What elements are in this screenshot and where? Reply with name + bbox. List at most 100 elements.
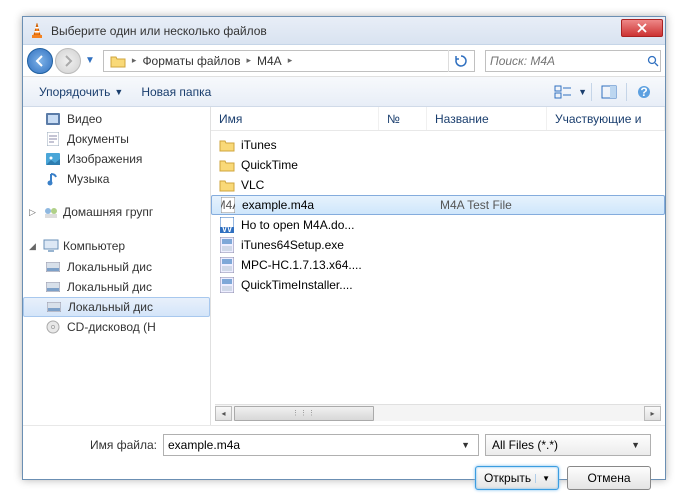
breadcrumb[interactable]: ▸ Форматы файлов ▸ M4A ▸	[103, 50, 475, 72]
back-button[interactable]	[27, 48, 53, 74]
refresh-button[interactable]	[448, 50, 472, 72]
navbar: ▼ ▸ Форматы файлов ▸ M4A ▸	[23, 45, 665, 77]
horizontal-scrollbar[interactable]: ◂ ⋮⋮⋮ ▸	[215, 404, 661, 421]
folder-icon	[219, 157, 235, 173]
help-button[interactable]: ?	[631, 81, 657, 103]
file-row[interactable]: MPC-HC.1.7.13.x64....	[211, 255, 665, 275]
chevron-down-icon: ▼	[114, 87, 123, 97]
column-participants[interactable]: Участвующие и	[547, 107, 665, 130]
file-row[interactable]: W Ho to open M4A.do...	[211, 215, 665, 235]
exe-icon	[219, 257, 235, 273]
sidebar-computer[interactable]: ◢ Компьютер	[23, 235, 210, 257]
preview-pane-button[interactable]	[596, 81, 622, 103]
titlebar: Выберите один или несколько файлов	[23, 17, 665, 45]
titlebar-text: Выберите один или несколько файлов	[51, 24, 621, 38]
file-row[interactable]: QuickTimeInstaller....	[211, 275, 665, 295]
file-open-dialog: Выберите один или несколько файлов ▼ ▸ Ф…	[22, 16, 666, 480]
caret-icon: ◢	[29, 241, 39, 252]
content-area: Видео Документы Изображения Музыка ▷ Дом…	[23, 107, 665, 425]
chevron-right-icon[interactable]: ▸	[286, 55, 295, 66]
folder-icon	[219, 137, 235, 153]
chevron-down-icon[interactable]: ▼	[578, 87, 587, 97]
toolbar: Упорядочить ▼ Новая папка ▼ ?	[23, 77, 665, 107]
file-row[interactable]: iTunes64Setup.exe	[211, 235, 665, 255]
exe-icon	[219, 237, 235, 253]
chevron-down-icon[interactable]: ▼	[457, 440, 474, 450]
bottom-panel: Имя файла: ▼ All Files (*.*) ▼ Открыть ▼…	[23, 425, 665, 498]
sidebar-drive[interactable]: Локальный дис	[23, 277, 210, 297]
new-folder-button[interactable]: Новая папка	[133, 82, 219, 102]
drive-icon	[46, 300, 62, 314]
chevron-down-icon: ▼	[535, 474, 550, 483]
folder-icon	[219, 177, 235, 193]
file-name: iTunes64Setup.exe	[241, 238, 391, 252]
filename-input[interactable]	[168, 438, 457, 452]
file-name: QuickTimeInstaller....	[241, 278, 391, 292]
sidebar-item-documents[interactable]: Документы	[23, 129, 210, 149]
chevron-down-icon: ▼	[627, 440, 644, 450]
file-name: QuickTime	[241, 158, 391, 172]
file-row[interactable]: VLC	[211, 175, 665, 195]
files-container[interactable]: iTunes QuickTime VLC M4A example.m4a M4A Test…	[211, 131, 665, 404]
file-name: VLC	[241, 178, 391, 192]
cancel-button[interactable]: Отмена	[567, 466, 651, 490]
scroll-thumb[interactable]: ⋮⋮⋮	[234, 406, 374, 421]
filetype-filter[interactable]: All Files (*.*) ▼	[485, 434, 651, 456]
chevron-right-icon[interactable]: ▸	[130, 55, 139, 66]
scroll-left-button[interactable]: ◂	[215, 406, 232, 421]
filename-label: Имя файла:	[37, 438, 157, 452]
filename-combo[interactable]: ▼	[163, 434, 479, 456]
folder-icon	[110, 54, 126, 68]
svg-text:?: ?	[640, 85, 647, 99]
chevron-right-icon[interactable]: ▸	[244, 55, 253, 66]
file-list: Имя № Название Участвующие и iTunes Quick…	[211, 107, 665, 425]
picture-icon	[45, 152, 61, 166]
drive-icon	[45, 260, 61, 274]
document-icon	[45, 132, 61, 146]
search-box[interactable]	[485, 50, 661, 72]
file-name: example.m4a	[242, 198, 392, 212]
search-icon	[647, 55, 659, 67]
sidebar-drive[interactable]: Локальный дис	[23, 297, 210, 317]
nav-history-chevron[interactable]: ▼	[83, 55, 97, 66]
svg-text:W: W	[221, 221, 233, 233]
sidebar-drive[interactable]: Локальный дис	[23, 257, 210, 277]
sidebar-homegroup[interactable]: ▷ Домашняя групг	[23, 201, 210, 223]
file-title: M4A Test File	[440, 198, 512, 212]
file-row[interactable]: M4A example.m4a M4A Test File	[211, 195, 665, 215]
file-name: iTunes	[241, 138, 391, 152]
sidebar-cd-drive[interactable]: CD-дисковод (Н	[23, 317, 210, 337]
search-input[interactable]	[490, 54, 647, 68]
video-icon	[45, 112, 61, 126]
sidebar-item-pictures[interactable]: Изображения	[23, 149, 210, 169]
doc-icon: W	[219, 217, 235, 233]
open-button[interactable]: Открыть ▼	[475, 466, 559, 490]
column-name[interactable]: Имя	[211, 107, 379, 130]
m4a-icon: M4A	[220, 197, 236, 213]
vlc-icon	[29, 23, 45, 39]
file-row[interactable]: iTunes	[211, 135, 665, 155]
cd-icon	[45, 320, 61, 334]
file-row[interactable]: QuickTime	[211, 155, 665, 175]
music-icon	[45, 172, 61, 186]
forward-button[interactable]	[55, 48, 81, 74]
column-headers: Имя № Название Участвующие и	[211, 107, 665, 131]
breadcrumb-seg1[interactable]: Форматы файлов	[138, 51, 244, 71]
computer-icon	[43, 239, 59, 253]
file-name: MPC-HC.1.7.13.x64....	[241, 258, 391, 272]
view-options-button[interactable]	[550, 81, 576, 103]
scroll-right-button[interactable]: ▸	[644, 406, 661, 421]
organize-button[interactable]: Упорядочить ▼	[31, 82, 131, 102]
drive-icon	[45, 280, 61, 294]
column-num[interactable]: №	[379, 107, 427, 130]
caret-icon: ▷	[29, 207, 39, 218]
close-button[interactable]	[621, 19, 663, 37]
homegroup-icon	[43, 205, 59, 219]
svg-text:M4A: M4A	[221, 198, 235, 212]
sidebar: Видео Документы Изображения Музыка ▷ Дом…	[23, 107, 211, 425]
sidebar-item-videos[interactable]: Видео	[23, 109, 210, 129]
column-title[interactable]: Название	[427, 107, 547, 130]
file-name: Ho to open M4A.do...	[241, 218, 391, 232]
breadcrumb-seg2[interactable]: M4A	[253, 51, 286, 71]
sidebar-item-music[interactable]: Музыка	[23, 169, 210, 189]
